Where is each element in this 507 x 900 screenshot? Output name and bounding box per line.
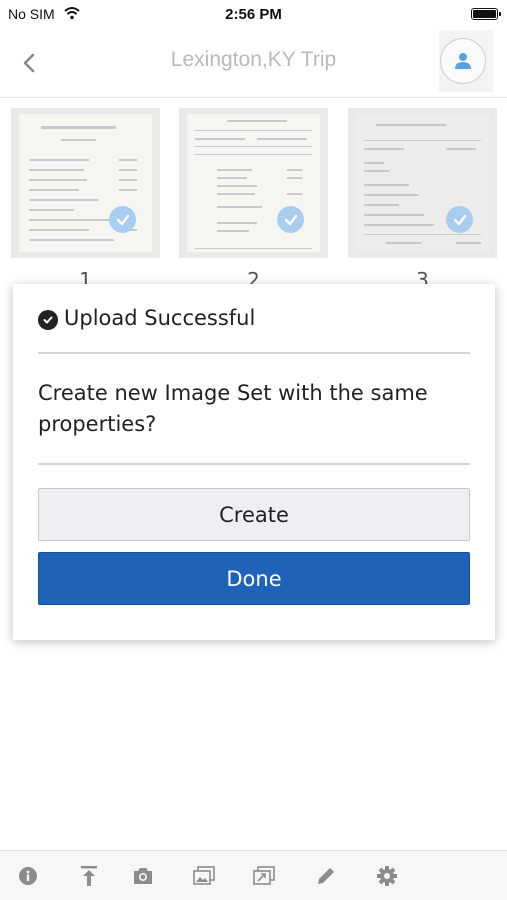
edit-button[interactable] xyxy=(313,863,339,889)
done-button[interactable]: Done xyxy=(38,552,470,605)
dialog-title: Upload Successful xyxy=(64,306,256,330)
gear-icon xyxy=(377,866,397,886)
settings-button[interactable] xyxy=(374,863,400,889)
divider xyxy=(38,463,470,465)
profile-area xyxy=(439,30,493,92)
image-thumbnail-list: 1 2 3 xyxy=(0,108,507,298)
check-circle-icon xyxy=(38,309,58,330)
camera-button[interactable] xyxy=(130,863,156,889)
upload-icon xyxy=(81,866,97,886)
pencil-icon xyxy=(318,868,334,884)
camera-icon xyxy=(134,868,152,884)
gallery-export-button[interactable] xyxy=(251,863,277,889)
image-thumbnail[interactable] xyxy=(348,108,497,258)
status-bar: No SIM 2:56 PM xyxy=(0,0,507,28)
selected-check-icon xyxy=(446,206,473,233)
upload-button[interactable] xyxy=(76,863,102,889)
divider xyxy=(38,352,470,354)
page-title: Lexington,KY Trip xyxy=(170,48,337,71)
clock: 2:56 PM xyxy=(225,6,282,23)
nav-bar: Lexington,KY Trip xyxy=(0,28,507,98)
gallery-export-icon xyxy=(253,866,275,885)
info-button[interactable] xyxy=(15,863,41,889)
receipt-image xyxy=(187,114,320,252)
profile-button[interactable] xyxy=(440,38,486,84)
selected-check-icon xyxy=(277,206,304,233)
gallery-icon xyxy=(193,866,215,885)
image-thumbnail[interactable] xyxy=(11,108,160,258)
receipt-image xyxy=(356,114,489,252)
create-button[interactable]: Create xyxy=(38,488,470,541)
bottom-toolbar xyxy=(0,850,507,900)
battery-icon xyxy=(471,8,501,20)
user-icon xyxy=(455,53,471,69)
dialog-message: Create new Image Set with the same prope… xyxy=(38,381,428,436)
info-icon xyxy=(19,867,37,885)
image-thumbnail[interactable] xyxy=(179,108,328,258)
dialog-header: Upload Successful xyxy=(38,306,255,330)
gallery-button[interactable] xyxy=(191,863,217,889)
selected-check-icon xyxy=(109,206,136,233)
receipt-image xyxy=(19,114,152,252)
upload-success-dialog: Upload Successful Create new Image Set w… xyxy=(13,284,495,640)
